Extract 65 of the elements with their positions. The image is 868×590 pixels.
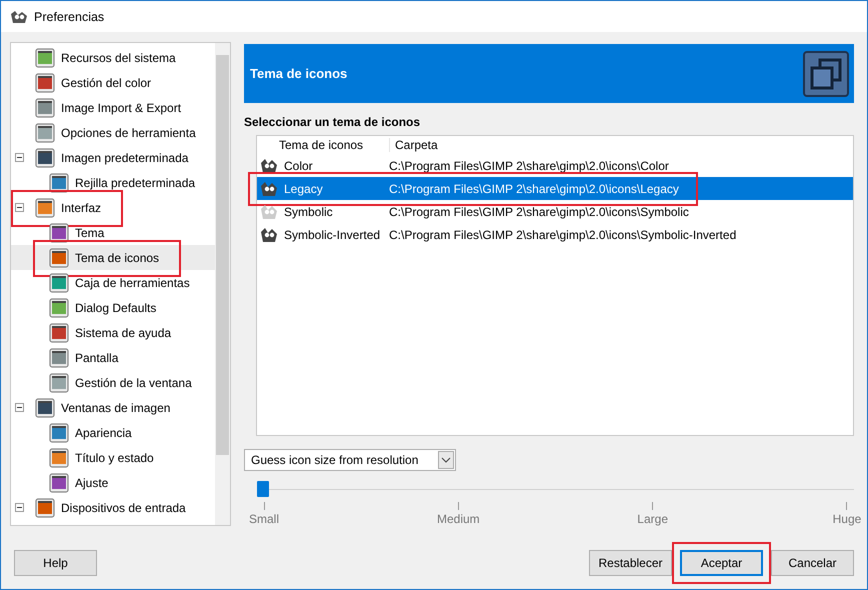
window-icon [49, 448, 69, 468]
sidebar-item[interactable]: Título y estado [11, 445, 215, 470]
sidebar-item[interactable]: Dispositivos de entrada [11, 495, 215, 520]
sidebar-item[interactable]: Sistema de ayuda [11, 320, 215, 345]
tick-label: Medium [436, 512, 480, 526]
mascot-icon [260, 180, 278, 197]
mascot-icon [260, 158, 278, 174]
app-icon [10, 10, 28, 24]
window-icon [49, 372, 69, 392]
icon-size-dropdown[interactable]: Guess icon size from resolution [244, 449, 456, 472]
sidebar-item[interactable]: Gestión de la ventana [11, 370, 215, 395]
sidebar-item[interactable]: Pantalla [11, 345, 215, 370]
theme-row[interactable]: Symbolic C:\Program Files\GIMP 2\share\gimp\2.0\icons\Symbolic [257, 200, 853, 224]
dialog-button[interactable]: Cancelar [771, 550, 854, 576]
sidebar-item[interactable]: Imagen predeterminada [11, 145, 215, 170]
collapse-icon[interactable] [15, 403, 24, 412]
section-label: Seleccionar un tema de iconos [244, 115, 422, 130]
sidebar-item[interactable]: Ajuste [11, 470, 215, 495]
window-icon [49, 322, 69, 342]
window-icon [49, 298, 69, 318]
tick-label: Small [248, 512, 279, 526]
window-icon [49, 348, 69, 368]
collapse-icon[interactable] [15, 503, 24, 512]
window-icon [35, 98, 55, 118]
mascot-icon [260, 204, 278, 220]
theme-row[interactable]: Color C:\Program Files\GIMP 2\share\gimp\2.0\icons\Color [257, 154, 853, 178]
column-header[interactable]: Tema de iconos [257, 138, 389, 152]
sidebar-item[interactable]: Recursos del sistema [11, 45, 215, 70]
window-icon [35, 72, 55, 92]
tick-label: Large [637, 512, 668, 526]
scrollbar[interactable] [215, 43, 230, 525]
window-icon [35, 48, 55, 68]
slider-thumb[interactable] [257, 481, 269, 498]
sidebar-item[interactable]: Gestión del color [11, 70, 215, 95]
window-icon [49, 222, 69, 242]
tick-label: Huge [832, 512, 862, 526]
mascot-icon [260, 226, 278, 243]
window-icon [35, 498, 55, 518]
window-icon [49, 472, 69, 492]
sidebar-item[interactable]: Caja de herramientas [11, 270, 215, 295]
window-icon [35, 398, 55, 418]
sidebar-item[interactable]: Dialog Defaults [11, 295, 215, 320]
dialog-button[interactable]: Restablecer [589, 550, 672, 576]
window-icon [35, 148, 55, 168]
sidebar-item[interactable]: Tema [11, 220, 215, 245]
page-title: Tema de iconos [250, 66, 348, 82]
sidebar-item[interactable]: Ventanas de imagen [11, 395, 215, 420]
window-icon [49, 272, 69, 292]
column-header[interactable]: Carpeta [389, 138, 438, 152]
window-icon [49, 422, 69, 442]
dialog-button[interactable]: Help [14, 550, 97, 576]
window-icon [35, 198, 55, 218]
sidebar-item[interactable]: Image Import & Export [11, 95, 215, 120]
dialog-button[interactable]: Aceptar [680, 550, 763, 576]
collapse-icon[interactable] [15, 153, 24, 162]
windows-icon [803, 50, 849, 97]
sidebar-item[interactable]: Apariencia [11, 420, 215, 445]
window-icon [35, 122, 55, 142]
window-title: Preferencias [34, 10, 104, 24]
window-icon [49, 248, 69, 268]
window-icon [49, 172, 69, 192]
theme-row[interactable]: Symbolic-Inverted C:\Program Files\GIMP 2\share\gimp\2.0\icons\Symbolic-Inverted [257, 223, 853, 246]
sidebar-item[interactable]: Rejilla predeterminada [11, 170, 215, 195]
sidebar-item[interactable]: Opciones de herramienta [11, 120, 215, 145]
collapse-icon[interactable] [15, 203, 24, 212]
